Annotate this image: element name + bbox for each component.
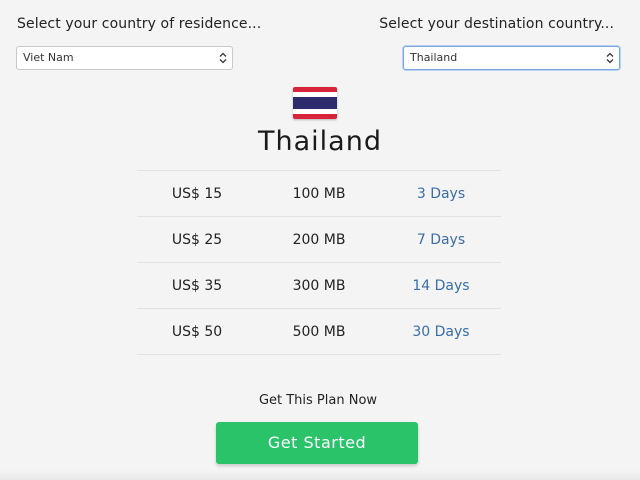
plan-days-link[interactable]: 14 Days [381,278,501,294]
plan-data: 100 MB [292,185,346,202]
plan-days-link[interactable]: 30 Days [381,324,501,340]
plan-days-link[interactable]: 3 Days [381,186,501,202]
select-arrows-icon [606,52,614,64]
residence-label: Select your country of residence... [17,16,262,32]
plan-row[interactable]: US$ 25 200 MB 7 Days [137,216,501,262]
destination-select-value: Thailand [410,51,458,64]
destination-select[interactable]: Thailand [403,46,620,70]
get-started-button[interactable]: Get Started [216,422,418,464]
page-bottom-shadow [0,470,640,480]
plans-table: US$ 15 100 MB 3 Days US$ 25 200 MB 7 Day… [137,170,501,355]
cta-text: Get This Plan Now [258,393,378,408]
residence-select[interactable]: Viet Nam [16,46,233,70]
destination-label: Select your destination country... [379,16,614,32]
select-arrows-icon [219,52,227,64]
thailand-flag-icon [293,87,337,119]
residence-select-value: Viet Nam [23,51,74,64]
plan-price: US$ 25 [171,231,223,248]
plan-data: 200 MB [292,231,346,248]
plan-price: US$ 35 [171,277,223,294]
plan-row[interactable]: US$ 35 300 MB 14 Days [137,262,501,308]
plan-data: 300 MB [292,277,346,294]
country-title: Thailand [258,126,382,157]
plan-price: US$ 15 [171,185,223,202]
flag-stripe [293,114,337,119]
plan-days-link[interactable]: 7 Days [381,232,501,248]
plan-price: US$ 50 [171,323,223,340]
plan-row[interactable]: US$ 15 100 MB 3 Days [137,170,501,216]
plan-row[interactable]: US$ 50 500 MB 30 Days [137,308,501,355]
flag-stripe [293,97,337,109]
plan-data: 500 MB [292,323,346,340]
